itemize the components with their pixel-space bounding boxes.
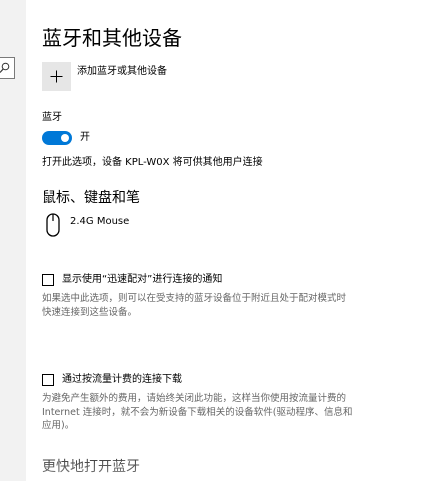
metered-download-label[interactable]: 通过按流量计费的连接下载 [62, 373, 182, 387]
metered-download-description: 为避免产生额外的费用，请始终关闭此功能，这样当你使用按流量计费的 Interne… [42, 393, 353, 431]
toggle-knob [61, 134, 69, 142]
page-title: 蓝牙和其他设备 [42, 26, 182, 50]
search-icon [0, 62, 10, 73]
metered-download-checkbox[interactable] [42, 374, 54, 386]
bluetooth-toggle-state: 开 [80, 132, 90, 143]
nav-pane [0, 0, 26, 481]
search-box[interactable] [0, 57, 15, 79]
swift-pair-label[interactable]: 显示使用“迅速配对”进行连接的通知 [62, 273, 222, 287]
add-device-tile[interactable] [42, 62, 71, 91]
add-device-button[interactable]: 添加蓝牙或其他设备 [42, 60, 167, 92]
faster-bluetooth-title: 更快地打开蓝牙 [42, 459, 140, 475]
add-device-label[interactable]: 添加蓝牙或其他设备 [77, 65, 167, 79]
bluetooth-label: 蓝牙 [42, 112, 62, 123]
peripherals-title: 鼠标、键盘和笔 [42, 190, 140, 206]
swift-pair-option[interactable]: 显示使用“迅速配对”进行连接的通知 [42, 273, 222, 287]
swift-pair-description: 如果选中此选项，则可以在受支持的蓝牙设备位于附近且处于配对模式时快速连接到这些设… [42, 293, 347, 318]
plus-icon [50, 70, 63, 83]
device-name: 2.4G Mouse [70, 216, 130, 227]
bluetooth-toggle[interactable] [42, 131, 72, 145]
mouse-icon [46, 213, 60, 237]
metered-download-option[interactable]: 通过按流量计费的连接下载 [42, 373, 182, 387]
discoverable-text: 打开此选项，设备 KPL-W0X 将可供其他用户连接 [42, 157, 263, 168]
bluetooth-toggle-row: 开 [42, 131, 90, 145]
device-item[interactable]: 2.4G Mouse [46, 213, 129, 237]
swift-pair-checkbox[interactable] [42, 274, 54, 286]
settings-content: 蓝牙和其他设备 添加蓝牙或其他设备 蓝牙 开 打开此选项，设备 KPL-W0X … [42, 0, 402, 481]
